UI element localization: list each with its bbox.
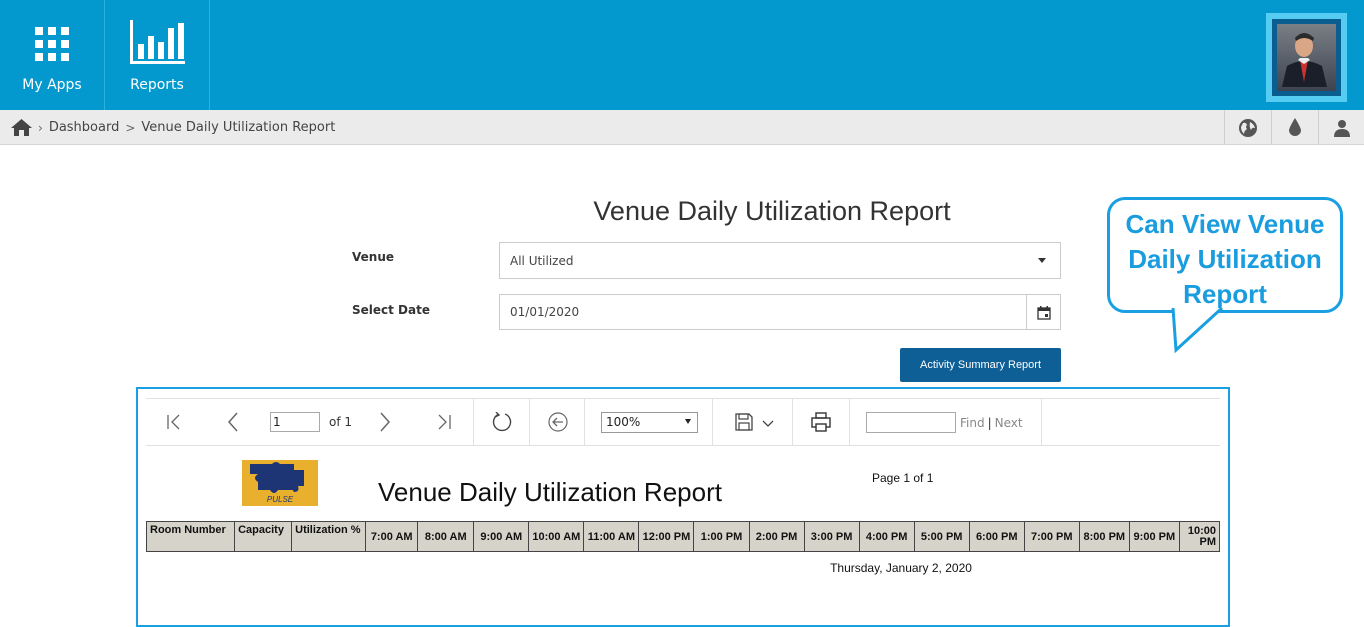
caret-down-icon [685,419,691,424]
venue-select[interactable]: All Utilized [499,242,1061,279]
avatar-photo [1277,24,1336,91]
column-header: 3:00 PM [803,521,860,552]
zoom-select[interactable]: 100% [601,412,698,433]
activity-summary-report-button[interactable]: Activity Summary Report [900,348,1061,382]
callout-line-2: Daily Utilization [1128,244,1322,274]
column-header: 6:00 PM [968,521,1025,552]
column-header: 5:00 PM [913,521,970,552]
column-header: 9:00 PM [1128,521,1180,552]
column-header: 1:00 PM [693,521,750,552]
find-link[interactable]: Find [960,416,985,430]
report-toolbar: 1 of 1 100% Find | Next [146,398,1220,446]
calendar-button[interactable] [1026,295,1060,330]
table-header-row: Room Number Capacity Utilization % 7:00 … [145,521,1221,552]
column-header: 9:00 AM [473,521,530,552]
caret-down-icon [1038,258,1046,263]
print-icon[interactable] [811,412,831,432]
top-bar: My Apps Reports [0,0,1364,110]
globe-icon [1239,118,1257,137]
reports-button[interactable]: Reports [105,0,210,110]
chevron-right-icon: › [38,120,43,135]
callout-line-1: Can View Venue [1125,209,1325,239]
previous-page-icon[interactable] [226,412,240,432]
bar-chart-icon [130,20,185,64]
globe-button[interactable] [1224,110,1271,145]
next-link[interactable]: Next [995,416,1023,430]
breadcrumb-current: Venue Daily Utilization Report [141,120,336,135]
calendar-icon [1036,305,1051,320]
refresh-icon[interactable] [492,412,512,432]
column-header: 11:00 AM [583,521,640,552]
report-page-indicator: Page 1 of 1 [872,471,934,485]
column-header: Capacity [234,521,293,552]
breadcrumb-dashboard[interactable]: Dashboard [49,120,120,135]
column-header: 8:00 PM [1078,521,1130,552]
zoom-value: 100% [606,415,641,429]
back-icon[interactable] [548,412,568,432]
date-label: Select Date [352,303,430,317]
last-page-icon[interactable] [436,414,452,430]
user-button[interactable] [1318,110,1364,145]
callout-tail [1171,308,1224,354]
first-page-icon[interactable] [166,414,182,430]
drop-icon [1289,118,1301,136]
venue-label: Venue [352,250,394,264]
user-icon [1334,119,1350,137]
column-header: Room Number [145,521,236,552]
find-input[interactable] [866,412,956,433]
callout-line-3: Report [1183,279,1267,309]
chevron-down-icon[interactable] [762,420,774,428]
column-header: 10:00 PM [1178,521,1221,552]
utilization-table: Room Number Capacity Utilization % 7:00 … [145,521,1221,552]
column-header: Utilization % [291,521,367,552]
column-header: 10:00 AM [528,521,585,552]
find-separator: | [987,416,992,430]
column-header: 8:00 AM [417,521,475,552]
user-avatar[interactable] [1266,13,1347,102]
column-header: 12:00 PM [638,521,695,552]
reports-label: Reports [130,77,184,93]
column-header: 4:00 PM [858,521,915,552]
next-page-icon[interactable] [378,412,392,432]
venue-select-value: All Utilized [510,253,574,268]
column-header: 7:00 AM [365,521,419,552]
column-header: 2:00 PM [748,521,805,552]
date-field[interactable]: 01/01/2020 [499,294,1061,330]
callout-bubble: Can View Venue Daily Utilization Report [1107,197,1343,313]
my-apps-label: My Apps [22,77,82,93]
breadcrumb: › Dashboard > Venue Daily Utilization Re… [11,119,335,136]
theme-button[interactable] [1271,110,1318,145]
report-viewer: 1 of 1 100% Find | Next PULSE Venue Dail… [136,387,1230,627]
pulse-logo: PULSE [242,460,318,506]
date-field-value: 01/01/2020 [510,305,580,319]
breadcrumb-bar: › Dashboard > Venue Daily Utilization Re… [0,110,1364,145]
home-icon[interactable] [11,119,32,136]
page-number-input[interactable]: 1 [270,412,320,432]
column-header: 7:00 PM [1023,521,1080,552]
save-icon[interactable] [735,413,753,431]
report-date: Thursday, January 2, 2020 [830,561,972,575]
my-apps-button[interactable]: My Apps [0,0,105,110]
page-of-label: of 1 [329,415,353,429]
logo-text: PULSE [267,495,294,504]
breadcrumb-separator: > [125,120,136,135]
report-title: Venue Daily Utilization Report [378,477,722,507]
grid-icon [35,27,69,61]
